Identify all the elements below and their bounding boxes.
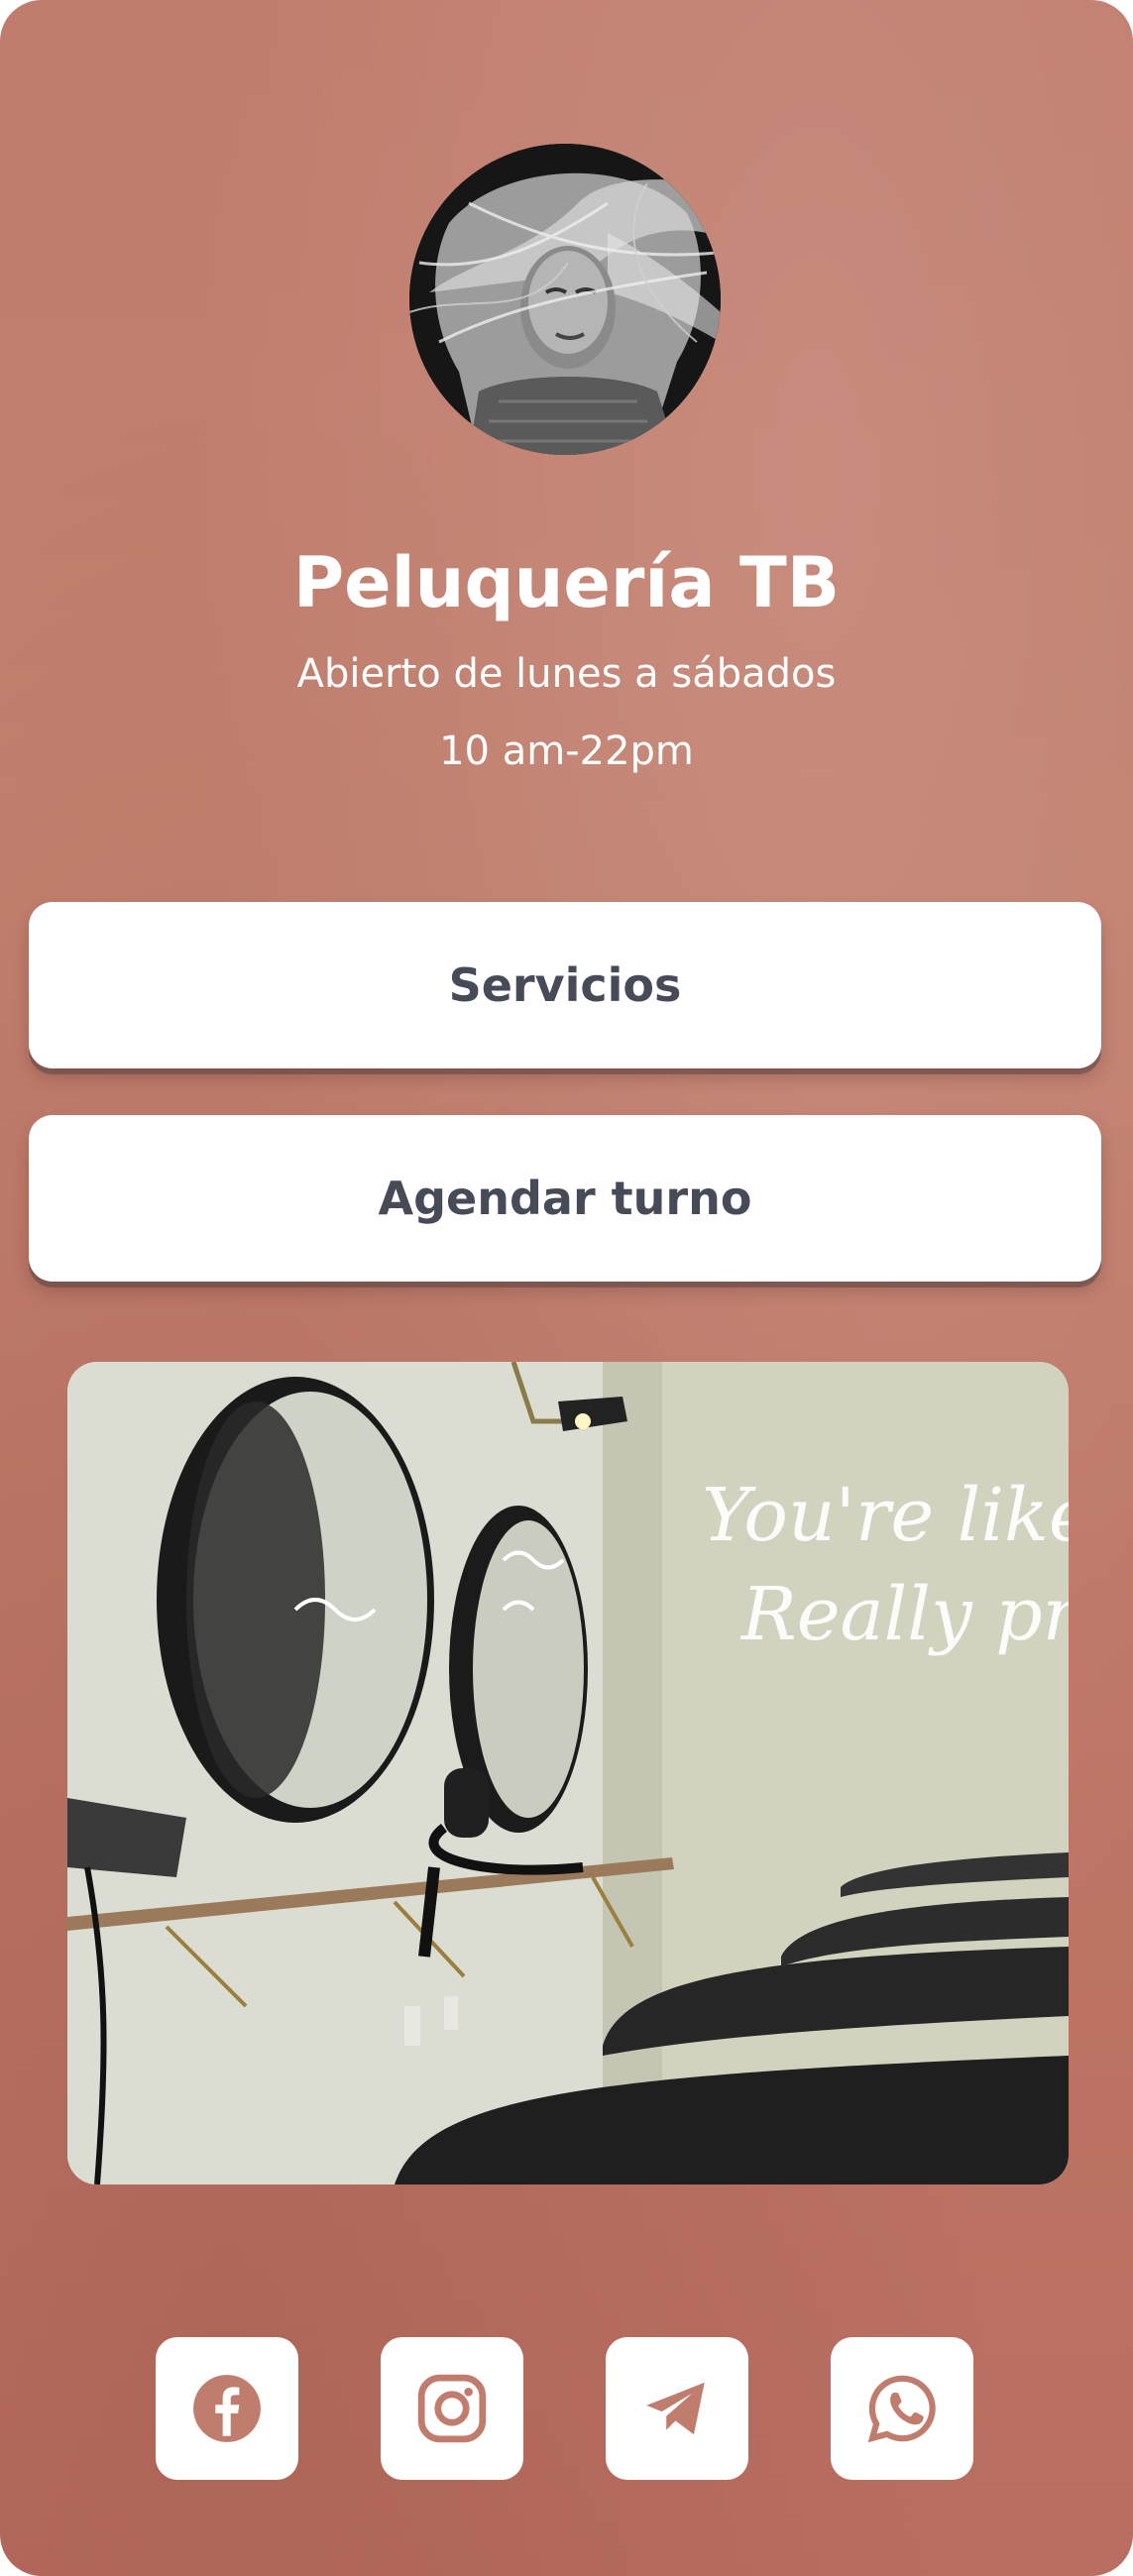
neon-sign-line2: Really pretty (739, 1572, 1069, 1657)
page-title: Peluquería TB (292, 542, 841, 623)
facebook-icon (193, 2375, 261, 2442)
salon-interior-photo: You're like, Really pretty (67, 1362, 1069, 2184)
profile-card: Peluquería TB Abierto de lunes a sábados… (0, 0, 1133, 2576)
instagram-button[interactable] (381, 2337, 523, 2480)
services-button[interactable]: Servicios (29, 902, 1101, 1068)
book-appointment-button[interactable]: Agendar turno (29, 1115, 1101, 1282)
telegram-icon (646, 2382, 705, 2435)
opening-days-text: Abierto de lunes a sábados (296, 651, 837, 697)
profile-avatar (409, 144, 721, 455)
whatsapp-icon (867, 2375, 936, 2443)
whatsapp-button[interactable] (831, 2337, 973, 2480)
facebook-button[interactable] (156, 2337, 298, 2480)
telegram-button[interactable] (606, 2337, 748, 2480)
avatar-portrait-image (409, 144, 721, 455)
neon-sign-line1: You're like, (702, 1473, 1069, 1558)
opening-hours-text: 10 am-22pm (439, 728, 694, 774)
salon-photo-image: You're like, Really pretty (67, 1362, 1069, 2184)
instagram-icon (417, 2374, 487, 2443)
